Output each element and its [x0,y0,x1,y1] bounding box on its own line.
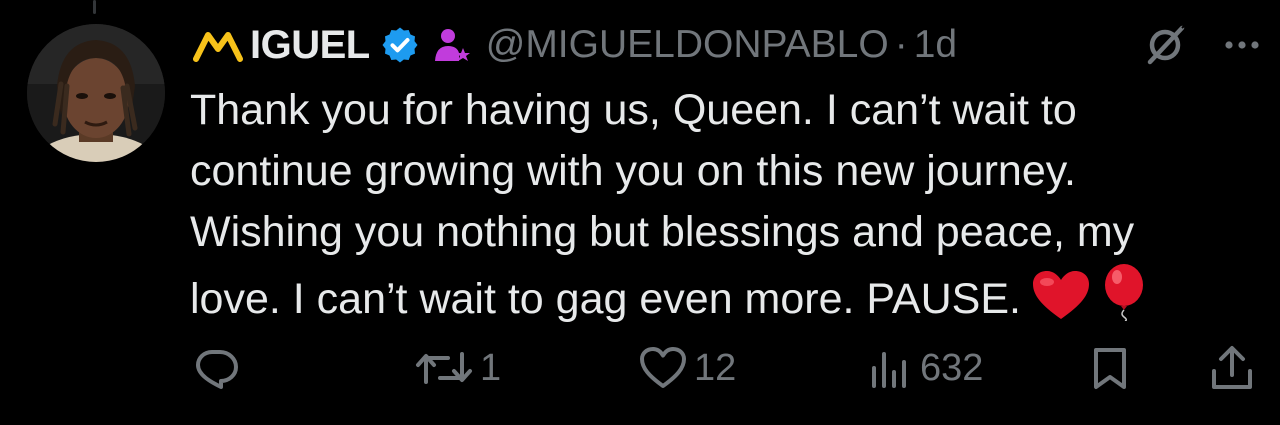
repost-count: 1 [480,346,502,389]
heart-icon [640,347,686,388]
gold-m-logo-icon [193,32,243,62]
tweet-text: Thank you for having us, Queen. I can’t … [190,80,1250,330]
like-count: 12 [694,346,737,389]
views-chart-icon [872,352,906,388]
views-count: 632 [920,346,984,389]
red-heart-emoji [1032,271,1089,319]
tweet-text-line: continue growing with you on this new jo… [190,147,1076,195]
red-balloon-emoji [1104,264,1143,321]
repost-button[interactable]: 1 [414,340,501,396]
tweet-header: IGUEL @MIGUELDONPABLO · 1d [192,22,1262,68]
header-separator: · [894,23,908,66]
author-display-name[interactable]: IGUEL [250,23,370,68]
views-button[interactable]: 632 [866,340,983,396]
verified-badge-icon[interactable] [380,25,420,65]
grok-icon[interactable] [1142,22,1188,68]
repost-icon [416,352,472,384]
tweet-text-line: love. I can’t wait to gag even more. PAU… [190,275,1021,323]
share-button[interactable] [1208,340,1256,396]
author-handle[interactable]: @MIGUELDONPABLO [486,23,889,67]
reply-icon [196,350,238,389]
affiliate-person-icon[interactable] [432,25,472,65]
tweet-actions-bar: 1 12 632 [190,340,1260,396]
tweet-text-line: Thank you for having us, Queen. I can’t … [190,86,1077,134]
avatar[interactable] [27,24,165,162]
tweet-text-line: Wishing you nothing but blessings and pe… [190,208,1135,256]
share-icon [1212,346,1252,389]
like-button[interactable]: 12 [638,340,736,396]
thread-connector-line [93,0,96,14]
more-icon[interactable] [1222,25,1262,65]
avatar-image [27,24,165,162]
reply-button[interactable] [192,340,246,396]
bookmark-button[interactable] [1088,340,1132,396]
tweet-timestamp[interactable]: 1d [914,23,957,67]
bookmark-icon [1094,348,1126,389]
